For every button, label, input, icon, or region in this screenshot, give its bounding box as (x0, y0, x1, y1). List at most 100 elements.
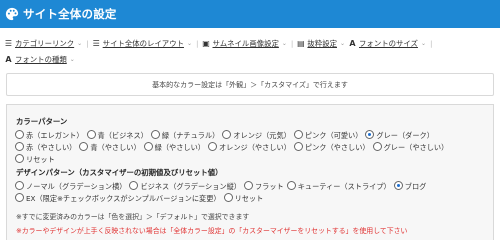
design-pattern-option[interactable]: ノーマル（グラデーション横） (15, 181, 126, 193)
color-pattern-option-label: 赤（やさしい） (26, 142, 77, 152)
nav-item-label[interactable]: フォントのサイズ (359, 36, 418, 52)
info-box: 基本的なカラー設定は「外観」＞「カスタマイズ」で行えます (6, 73, 494, 96)
design-pattern-option-label: ブログ (404, 182, 427, 191)
chevron-down-icon: ⌄ (420, 40, 426, 47)
color-pattern-option[interactable]: オレンジ（元気） (222, 130, 291, 142)
design-pattern-radio[interactable] (15, 192, 24, 202)
nav-item-indent[interactable]: ▤ 抜粋設定 ⌄ (296, 36, 345, 52)
color-pattern-radio[interactable] (372, 141, 382, 151)
list-icon: ☰ (92, 39, 100, 48)
color-pattern-option[interactable]: 青（ビジネス） (86, 130, 148, 142)
palette-icon (5, 7, 19, 21)
design-pattern-radio[interactable] (286, 181, 296, 190)
color-pattern-radio[interactable] (15, 153, 24, 163)
chevron-down-icon: ⌄ (340, 40, 346, 47)
nav-item-label[interactable]: サムネイル画像設定 (213, 36, 279, 52)
color-pattern-option[interactable]: オレンジ（やさしい） (207, 141, 291, 154)
design-pattern-option-label: EX（限定※チェックボックスがシンプルバージョンに変更） (26, 193, 221, 203)
color-pattern-radio[interactable] (15, 130, 24, 139)
color-settings-panel: カラーパターン 赤（エレガント） 青（ビジネス） 緑（ナチュラル） オレンジ（元気） ピ… (6, 104, 494, 240)
nav-item-thumbnail[interactable]: ▣ サムネイル画像設定 ⌄ | (202, 36, 293, 52)
color-pattern-option[interactable]: グレー（ダーク） (365, 130, 434, 142)
design-pattern-option[interactable]: EX（限定※チェックボックスがシンプルバージョンに変更） (15, 192, 221, 205)
color-pattern-option-label: 緑（ナチュラル） (161, 131, 220, 140)
info-text: 基本的なカラー設定は「外観」＞「カスタマイズ」で行えます (152, 80, 348, 89)
color-pattern-option-label: リセット (26, 154, 55, 164)
color-pattern-radio[interactable] (86, 130, 96, 139)
color-pattern-option[interactable]: 緑（ナチュラル） (150, 130, 220, 142)
color-pattern-option-label: オレンジ（やさしい） (218, 142, 291, 152)
color-pattern-option-label: ピンク（やさしい） (304, 142, 370, 152)
color-pattern-radio[interactable] (293, 130, 303, 139)
design-pattern-option-label: リセット (234, 193, 264, 203)
nav-item-label[interactable]: フォントの種類 (15, 52, 67, 68)
document-icon: ▤ (297, 39, 305, 48)
design-pattern-option[interactable]: リセット (223, 192, 264, 205)
color-pattern-option[interactable]: ピンク（可愛い） (293, 130, 363, 142)
nav-item-font-type[interactable]: A フォントの種類 ⌄ (4, 52, 75, 68)
nav-item-category-link[interactable]: ☰ カテゴリーリンク ⌄ | (4, 36, 89, 52)
color-pattern-radio[interactable] (222, 130, 232, 139)
chevron-down-icon: ⌄ (69, 56, 75, 63)
font-icon: A (349, 39, 356, 48)
default-color-note: ※すでに変更済みのカラーは「色を選択」＞「デフォルト」で選択できます (16, 213, 250, 221)
color-pattern-option-label: ピンク（可愛い） (304, 131, 363, 140)
color-pattern-radio[interactable] (293, 141, 303, 151)
design-pattern-radio[interactable] (243, 181, 253, 190)
chevron-down-icon: ⌄ (186, 40, 193, 47)
settings-header: サイト全体の設定 (0, 0, 500, 28)
color-pattern-option-label: オレンジ（元気） (233, 131, 291, 140)
chevron-down-icon: ⌄ (77, 40, 83, 47)
color-pattern-option-label: 赤（エレガント） (26, 131, 84, 140)
color-pattern-option-label: 青（ビジネス） (97, 131, 148, 140)
color-pattern-option[interactable]: 赤（エレガント） (15, 130, 84, 142)
nav-separator: | (86, 39, 89, 48)
color-pattern-option[interactable]: ピンク（やさしい） (293, 141, 370, 154)
settings-nav: ☰ カテゴリーリンク ⌄ | ☰ サイト全体のレイアウト ⌄ | ▣ サムネイル画像設定 ⌄ | ▤ 抜粋… (4, 36, 474, 68)
design-pattern-option[interactable]: ビジネス（グラデーション縦） (129, 181, 241, 193)
color-pattern-option-label: 緑（やさしい） (154, 142, 205, 152)
design-pattern-option-label: ビジネス（グラデーション縦） (140, 182, 241, 191)
nav-separator: | (196, 39, 199, 48)
list-icon: ☰ (4, 39, 13, 48)
color-pattern-radio[interactable] (207, 141, 217, 151)
design-pattern-option[interactable]: キューティー（ストライプ） (286, 181, 391, 193)
color-pattern-option-label: 青（やさしい） (90, 142, 141, 152)
page-title: サイト全体の設定 (23, 7, 117, 21)
color-pattern-option-label: グレー（ダーク） (376, 131, 434, 140)
color-pattern-option-label: グレー（やさしい） (383, 142, 449, 152)
design-pattern-radio[interactable] (223, 192, 233, 202)
nav-item-label[interactable]: 抜粋設定 (307, 36, 337, 52)
color-pattern-title: カラーパターン (16, 117, 68, 126)
color-pattern-radio[interactable] (15, 141, 24, 151)
nav-item-layout[interactable]: ☰ サイト全体のレイアウト ⌄ | (92, 36, 199, 52)
design-pattern-option-label: キューティー（ストライプ） (297, 182, 391, 191)
chevron-down-icon: ⌄ (281, 40, 287, 47)
design-pattern-radio[interactable] (15, 181, 24, 190)
design-pattern-option[interactable]: ブログ (393, 181, 427, 193)
color-pattern-option[interactable]: グレー（やさしい） (372, 141, 449, 154)
color-pattern-radio[interactable] (365, 130, 375, 139)
color-pattern-option[interactable]: 緑（やさしい） (143, 141, 205, 154)
design-pattern-radio[interactable] (393, 181, 403, 190)
color-pattern-radio[interactable] (150, 130, 160, 139)
design-pattern-option-label: フラット (254, 182, 284, 191)
color-pattern-option[interactable]: 青（やさしい） (79, 141, 141, 154)
design-pattern-options: ノーマル（グラデーション横） ビジネス（グラデーション縦） フラット キューティー（ス… (15, 181, 485, 205)
font-icon: A (5, 55, 12, 64)
color-pattern-options: 赤（エレガント） 青（ビジネス） 緑（ナチュラル） オレンジ（元気） ピンク（可愛い） グ… (15, 130, 485, 165)
color-pattern-option[interactable]: リセット (15, 153, 55, 166)
image-icon: ▣ (202, 39, 210, 48)
color-pattern-radio[interactable] (143, 141, 153, 151)
color-pattern-option[interactable]: 赤（やさしい） (15, 141, 77, 154)
color-pattern-radio[interactable] (79, 141, 89, 151)
design-pattern-option-label: ノーマル（グラデーション横） (26, 182, 127, 191)
design-pattern-title: デザインパターン（カスタマイザーの初期値及びリセット値） (16, 168, 223, 177)
nav-item-label[interactable]: カテゴリーリンク (15, 36, 74, 52)
design-pattern-option[interactable]: フラット (243, 181, 284, 193)
design-pattern-radio[interactable] (129, 181, 139, 190)
nav-item-label[interactable]: サイト全体のレイアウト (103, 36, 184, 52)
nav-item-font-size[interactable]: A フォントのサイズ ⌄ | (348, 36, 432, 52)
reset-warning: ※カラーやデザインが上手く反映されない場合は「全体カラー設定」の「カスターマイザ… (16, 227, 408, 235)
nav-separator: | (429, 39, 433, 48)
